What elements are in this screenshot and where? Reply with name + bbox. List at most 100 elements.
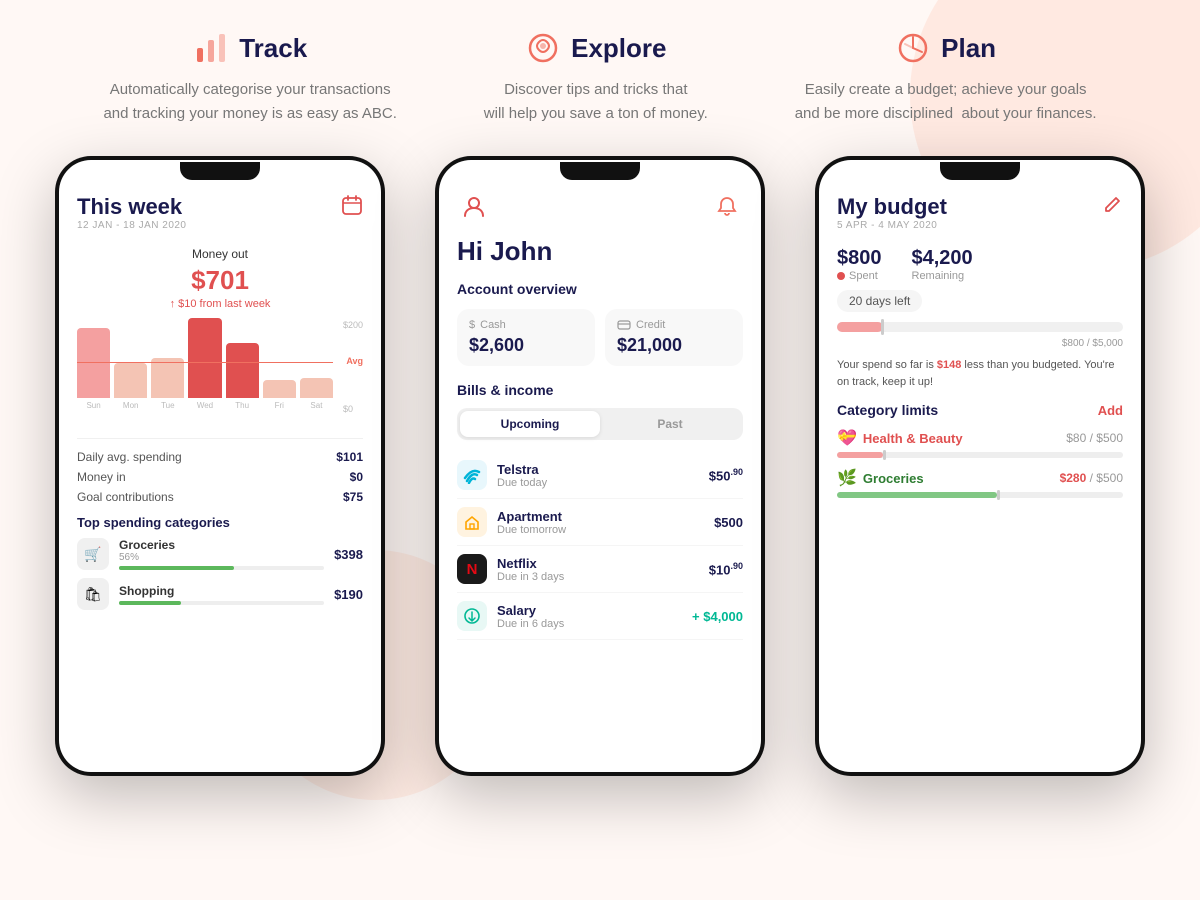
feature-track-desc: Automatically categorise your transactio… (103, 78, 396, 126)
p1-stat-daily-value: $101 (336, 450, 363, 464)
salary-due: Due in 6 days (497, 618, 682, 630)
p1-chart-y-labels: $200 $0 (343, 320, 363, 430)
p3-health-bar-bg (837, 452, 1123, 458)
salary-logo (457, 601, 487, 631)
p1-avg-line (77, 362, 333, 363)
phone-plan-notch (940, 162, 1020, 180)
p1-cat-shopping: 🛍 Shopping $190 (77, 578, 363, 610)
phone-explore-notch (560, 162, 640, 180)
p1-cat-shopping-amount: $190 (334, 587, 363, 602)
feature-plan-desc: Easily create a budget; achieve your goa… (795, 78, 1097, 126)
p3-cat-groceries-left: 🌿 Groceries (837, 468, 924, 488)
p1-bars-container: Sun Mon Tue (77, 320, 363, 410)
feature-explore-header: Explore (525, 30, 666, 66)
p1-cat-groceries-info: Groceries 56% (119, 538, 324, 570)
tab-upcoming[interactable]: Upcoming (460, 411, 600, 437)
p1-avg-label: Avg (346, 356, 363, 366)
phones-row: This week 12 JAN - 18 JAN 2020 (20, 156, 1180, 890)
p1-bar-tue: Tue (151, 358, 184, 410)
feature-explore: Explore Discover tips and tricks thatwil… (484, 30, 708, 126)
p1-stat-moneyin-value: $0 (350, 470, 363, 484)
feature-explore-title: Explore (571, 33, 666, 64)
edit-icon[interactable] (1101, 194, 1123, 221)
p1-amount: $701 (77, 265, 363, 296)
p3-cat-health-name: Health & Beauty (863, 431, 963, 446)
apartment-due: Due tomorrow (497, 524, 704, 536)
feature-plan-header: Plan (895, 30, 996, 66)
p3-cat-header: Category limits Add (837, 402, 1123, 418)
y-label-200: $200 (343, 320, 363, 330)
p1-cat-groceries-amount: $398 (334, 547, 363, 562)
p1-stat-daily-label: Daily avg. spending (77, 450, 182, 464)
p3-cat-title: Category limits (837, 402, 938, 418)
p3-days-badge: 20 days left (837, 290, 922, 312)
netflix-logo: N (457, 554, 487, 584)
p2-account-cash: $ Cash $2,600 (457, 309, 595, 366)
p1-stat-daily: Daily avg. spending $101 (77, 447, 363, 467)
p2-greeting: Hi John (457, 236, 743, 267)
user-icon[interactable] (461, 194, 487, 226)
plan-icon (895, 30, 931, 66)
explore-icon (525, 30, 561, 66)
telstra-name: Telstra (497, 462, 699, 477)
p3-groceries-bar-bg (837, 492, 1123, 498)
p3-cat-health-row: 💝 Health & Beauty $80 / $500 (837, 428, 1123, 448)
p1-cat-groceries-pct: 56% (119, 552, 324, 563)
netflix-amount: $10.90 (709, 561, 743, 577)
p2-bill-apartment: Apartment Due tomorrow $500 (457, 499, 743, 546)
p3-cat-groceries: 🌿 Groceries $280 / $500 (837, 468, 1123, 498)
p2-accounts: $ Cash $2,600 Credit $21,000 (457, 309, 743, 366)
p1-bar-wed: Wed (188, 318, 221, 410)
p1-stat-moneyin-label: Money in (77, 470, 126, 484)
bell-icon[interactable] (715, 194, 739, 226)
feature-explore-desc: Discover tips and tricks thatwill help y… (484, 78, 708, 126)
feature-plan-title: Plan (941, 33, 996, 64)
salary-name: Salary (497, 603, 682, 618)
p1-money-out-label: Money out (77, 247, 363, 261)
feature-track-title: Track (239, 33, 307, 64)
p1-stat-goals: Goal contributions $75 (77, 487, 363, 507)
apartment-info: Apartment Due tomorrow (497, 509, 704, 536)
p1-bar-sun: Sun (77, 328, 110, 410)
p1-stats: Daily avg. spending $101 Money in $0 Goa… (77, 438, 363, 507)
p1-cat-shopping-bar (119, 601, 324, 605)
calendar-icon[interactable] (341, 194, 363, 222)
p3-cat-health: 💝 Health & Beauty $80 / $500 (837, 428, 1123, 458)
netflix-due: Due in 3 days (497, 571, 699, 583)
p3-main-progress-fill (837, 322, 883, 332)
telstra-info: Telstra Due today (497, 462, 699, 489)
p2-tabs: Upcoming Past (457, 408, 743, 440)
p2-account-overview-title: Account overview (457, 281, 743, 297)
p1-cat-shopping-icon: 🛍 (77, 578, 109, 610)
p1-title-group: This week 12 JAN - 18 JAN 2020 (77, 194, 187, 243)
salary-info: Salary Due in 6 days (497, 603, 682, 630)
netflix-info: Netflix Due in 3 days (497, 556, 699, 583)
p3-add-btn[interactable]: Add (1098, 403, 1123, 418)
p1-cat-groceries-icon: 🛒 (77, 538, 109, 570)
apartment-logo (457, 507, 487, 537)
salary-amount: + $4,000 (692, 609, 743, 624)
p2-cash-amount: $2,600 (469, 335, 583, 356)
p1-bar-sat: Sat (300, 378, 333, 410)
p1-bar-thu: Thu (226, 343, 259, 410)
telstra-logo (457, 460, 487, 490)
phone-plan-screen: My budget 5 APR - 4 MAY 2020 $800 (819, 160, 1141, 772)
p2-top-icons (457, 194, 743, 226)
p1-bar-mon: Mon (114, 363, 147, 410)
phone-track-content: This week 12 JAN - 18 JAN 2020 (59, 184, 381, 772)
p2-account-credit: Credit $21,000 (605, 309, 743, 366)
p1-header: This week 12 JAN - 18 JAN 2020 (77, 194, 363, 243)
p3-health-bar-fill (837, 452, 883, 458)
phone-plan: My budget 5 APR - 4 MAY 2020 $800 (815, 156, 1145, 776)
p3-spent-amount: $800 (837, 247, 882, 270)
phone-explore-content: Hi John Account overview $ Cash $2,600 (439, 184, 761, 772)
p3-spent: $800 Spent (837, 247, 882, 282)
tab-past[interactable]: Past (600, 411, 740, 437)
p2-credit-type: Credit (617, 319, 731, 331)
p1-stat-goals-label: Goal contributions (77, 490, 174, 504)
p1-chart-area: $200 $0 Avg Sun Mon (77, 320, 363, 430)
p2-credit-amount: $21,000 (617, 335, 731, 356)
features-row: Track Automatically categorise your tran… (20, 30, 1180, 126)
health-icon: 💝 (837, 428, 857, 448)
p1-date: 12 JAN - 18 JAN 2020 (77, 220, 187, 231)
